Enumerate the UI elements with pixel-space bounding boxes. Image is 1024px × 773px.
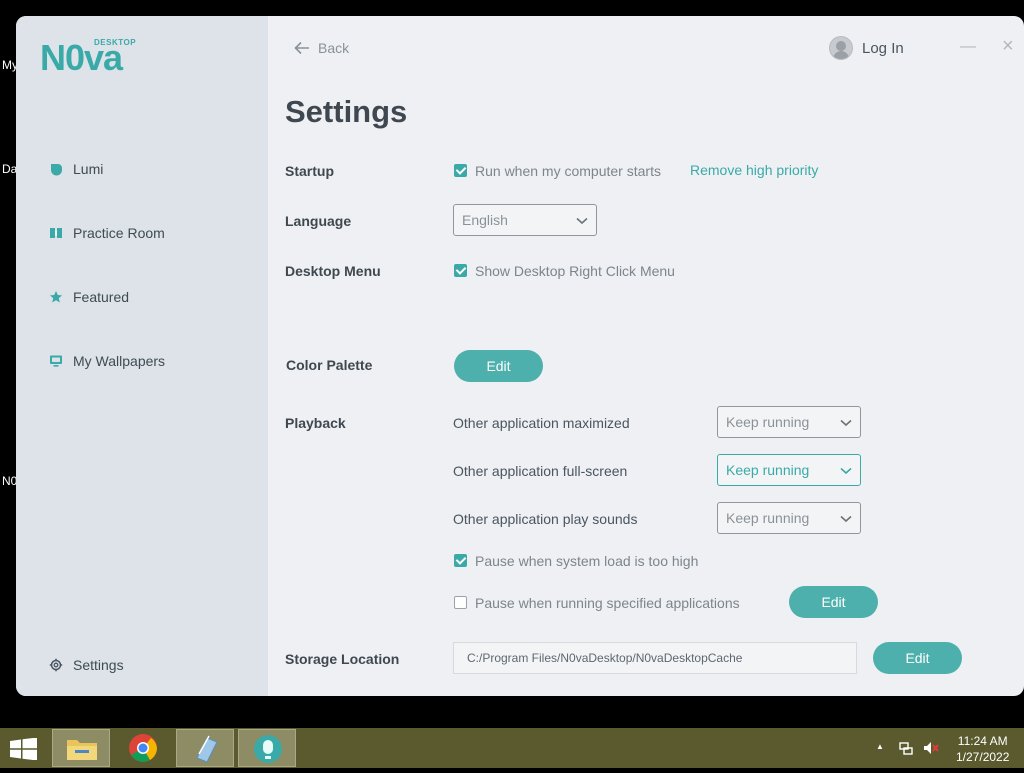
run-on-start-checkbox[interactable] <box>454 164 467 177</box>
startup-label: Startup <box>285 163 334 179</box>
playback-maximized-select[interactable]: Keep running <box>717 406 861 438</box>
clock[interactable]: 11:24 AM 1/27/2022 <box>956 733 1009 765</box>
storage-edit-button[interactable]: Edit <box>873 642 962 674</box>
playback-sounds-value: Keep running <box>726 510 810 526</box>
clock-date: 1/27/2022 <box>956 750 1010 764</box>
lumi-icon <box>51 164 62 176</box>
chrome-icon <box>129 734 157 762</box>
language-label: Language <box>285 213 352 229</box>
color-palette-edit-button[interactable]: Edit <box>454 350 543 382</box>
back-label: Back <box>318 40 350 56</box>
storage-location-label: Storage Location <box>285 651 400 667</box>
chevron-down-icon <box>840 515 852 523</box>
settings-content: Back Log In — × Settings Startup Run whe… <box>268 16 1024 696</box>
chevron-down-icon <box>840 419 852 427</box>
playback-sounds-select[interactable]: Keep running <box>717 502 861 534</box>
language-select[interactable]: English <box>453 204 597 236</box>
network-icon[interactable] <box>898 740 914 759</box>
logo-desktop-text: DESKTOP <box>94 38 137 47</box>
chevron-down-icon <box>840 467 852 475</box>
login-label: Log In <box>862 39 904 57</box>
playback-sounds-label: Other application play sounds <box>453 511 638 527</box>
sidebar-item-my-wallpapers[interactable]: My Wallpapers <box>49 353 165 369</box>
notepad-icon <box>196 735 218 763</box>
volume-muted-icon[interactable] <box>922 740 940 759</box>
pause-high-load-label: Pause when system load is too high <box>475 553 699 569</box>
desktop-menu-option-label: Show Desktop Right Click Menu <box>475 263 675 279</box>
sidebar-item-label: Lumi <box>73 161 104 177</box>
sidebar-item-practice-room[interactable]: Practice Room <box>49 225 165 241</box>
featured-star-icon <box>50 291 62 303</box>
sidebar-item-label: Practice Room <box>73 225 165 241</box>
tray-overflow-button[interactable]: ▲ <box>876 742 884 751</box>
pause-apps-label: Pause when running specified application… <box>475 595 740 611</box>
practice-room-icon <box>50 228 62 238</box>
language-value: English <box>462 212 508 228</box>
chevron-down-icon <box>576 217 588 225</box>
arrow-left-icon <box>294 41 309 55</box>
run-on-start-label: Run when my computer starts <box>475 163 661 179</box>
playback-maximized-label: Other application maximized <box>453 415 630 431</box>
windows-logo-icon <box>10 737 37 761</box>
gear-icon <box>49 658 63 672</box>
back-button[interactable]: Back <box>294 40 349 56</box>
sidebar-item-label: Settings <box>73 657 124 673</box>
storage-path-field[interactable]: C:/Program Files/N0vaDesktop/N0vaDesktop… <box>453 642 857 674</box>
desktop-menu-checkbox[interactable] <box>454 264 467 277</box>
taskbar-notepad[interactable] <box>176 729 234 767</box>
clock-time: 11:24 AM <box>957 734 1008 748</box>
pause-high-load-checkbox[interactable] <box>454 554 467 567</box>
minimize-button[interactable]: — <box>960 38 976 56</box>
app-logo: DESKTOP N0va <box>40 38 136 78</box>
taskbar: ▲ 11:24 AM 1/27/2022 <box>0 728 1024 768</box>
color-palette-label: Color Palette <box>286 357 373 373</box>
topbar: Back Log In — × <box>268 16 1024 80</box>
app-window: DESKTOP N0va Lumi Practice Room Featured… <box>16 16 1024 696</box>
login-button[interactable]: Log In <box>829 36 904 60</box>
pause-apps-checkbox[interactable] <box>454 596 467 609</box>
sidebar: DESKTOP N0va Lumi Practice Room Featured… <box>16 16 268 696</box>
nova-app-icon <box>254 735 282 763</box>
taskbar-file-explorer[interactable] <box>52 729 110 767</box>
taskbar-chrome[interactable] <box>114 729 172 767</box>
playback-maximized-value: Keep running <box>726 414 810 430</box>
playback-label: Playback <box>285 415 346 431</box>
page-title: Settings <box>285 94 408 129</box>
playback-fullscreen-value: Keep running <box>726 462 810 478</box>
sidebar-item-settings[interactable]: Settings <box>49 657 124 673</box>
playback-fullscreen-select[interactable]: Keep running <box>717 454 861 486</box>
folder-icon <box>67 740 97 760</box>
avatar <box>829 36 853 60</box>
sidebar-item-label: Featured <box>73 289 130 305</box>
close-button[interactable]: × <box>1002 35 1014 58</box>
start-button[interactable] <box>10 737 38 765</box>
sidebar-item-label: My Wallpapers <box>73 353 166 369</box>
monitor-icon <box>50 355 62 367</box>
sidebar-item-lumi[interactable]: Lumi <box>49 161 103 177</box>
playback-fullscreen-label: Other application full-screen <box>453 463 628 479</box>
remove-priority-link[interactable]: Remove high priority <box>690 162 818 178</box>
sidebar-item-featured[interactable]: Featured <box>49 289 129 305</box>
desktop-menu-label: Desktop Menu <box>285 263 381 279</box>
pause-apps-edit-button[interactable]: Edit <box>789 586 878 618</box>
taskbar-nova-desktop[interactable] <box>238 729 296 767</box>
